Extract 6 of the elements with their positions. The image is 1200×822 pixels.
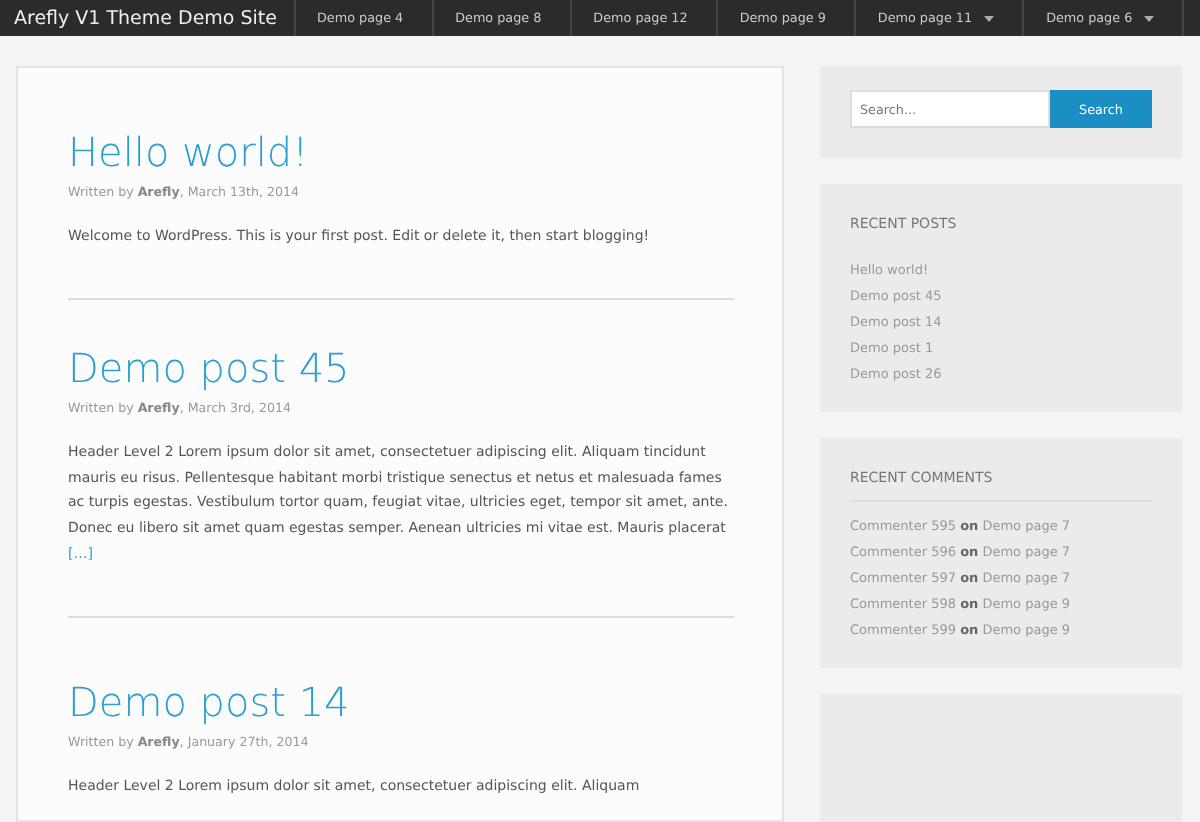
caret-icon [984, 15, 995, 21]
post-title[interactable]: Demo post 14 [68, 677, 734, 726]
caret-icon [1144, 15, 1155, 21]
site-title[interactable]: Arefly V1 Theme Demo Site [0, 0, 296, 36]
post-title[interactable]: Hello world! [68, 128, 734, 176]
post-title[interactable]: Demo post 45 [68, 343, 734, 392]
